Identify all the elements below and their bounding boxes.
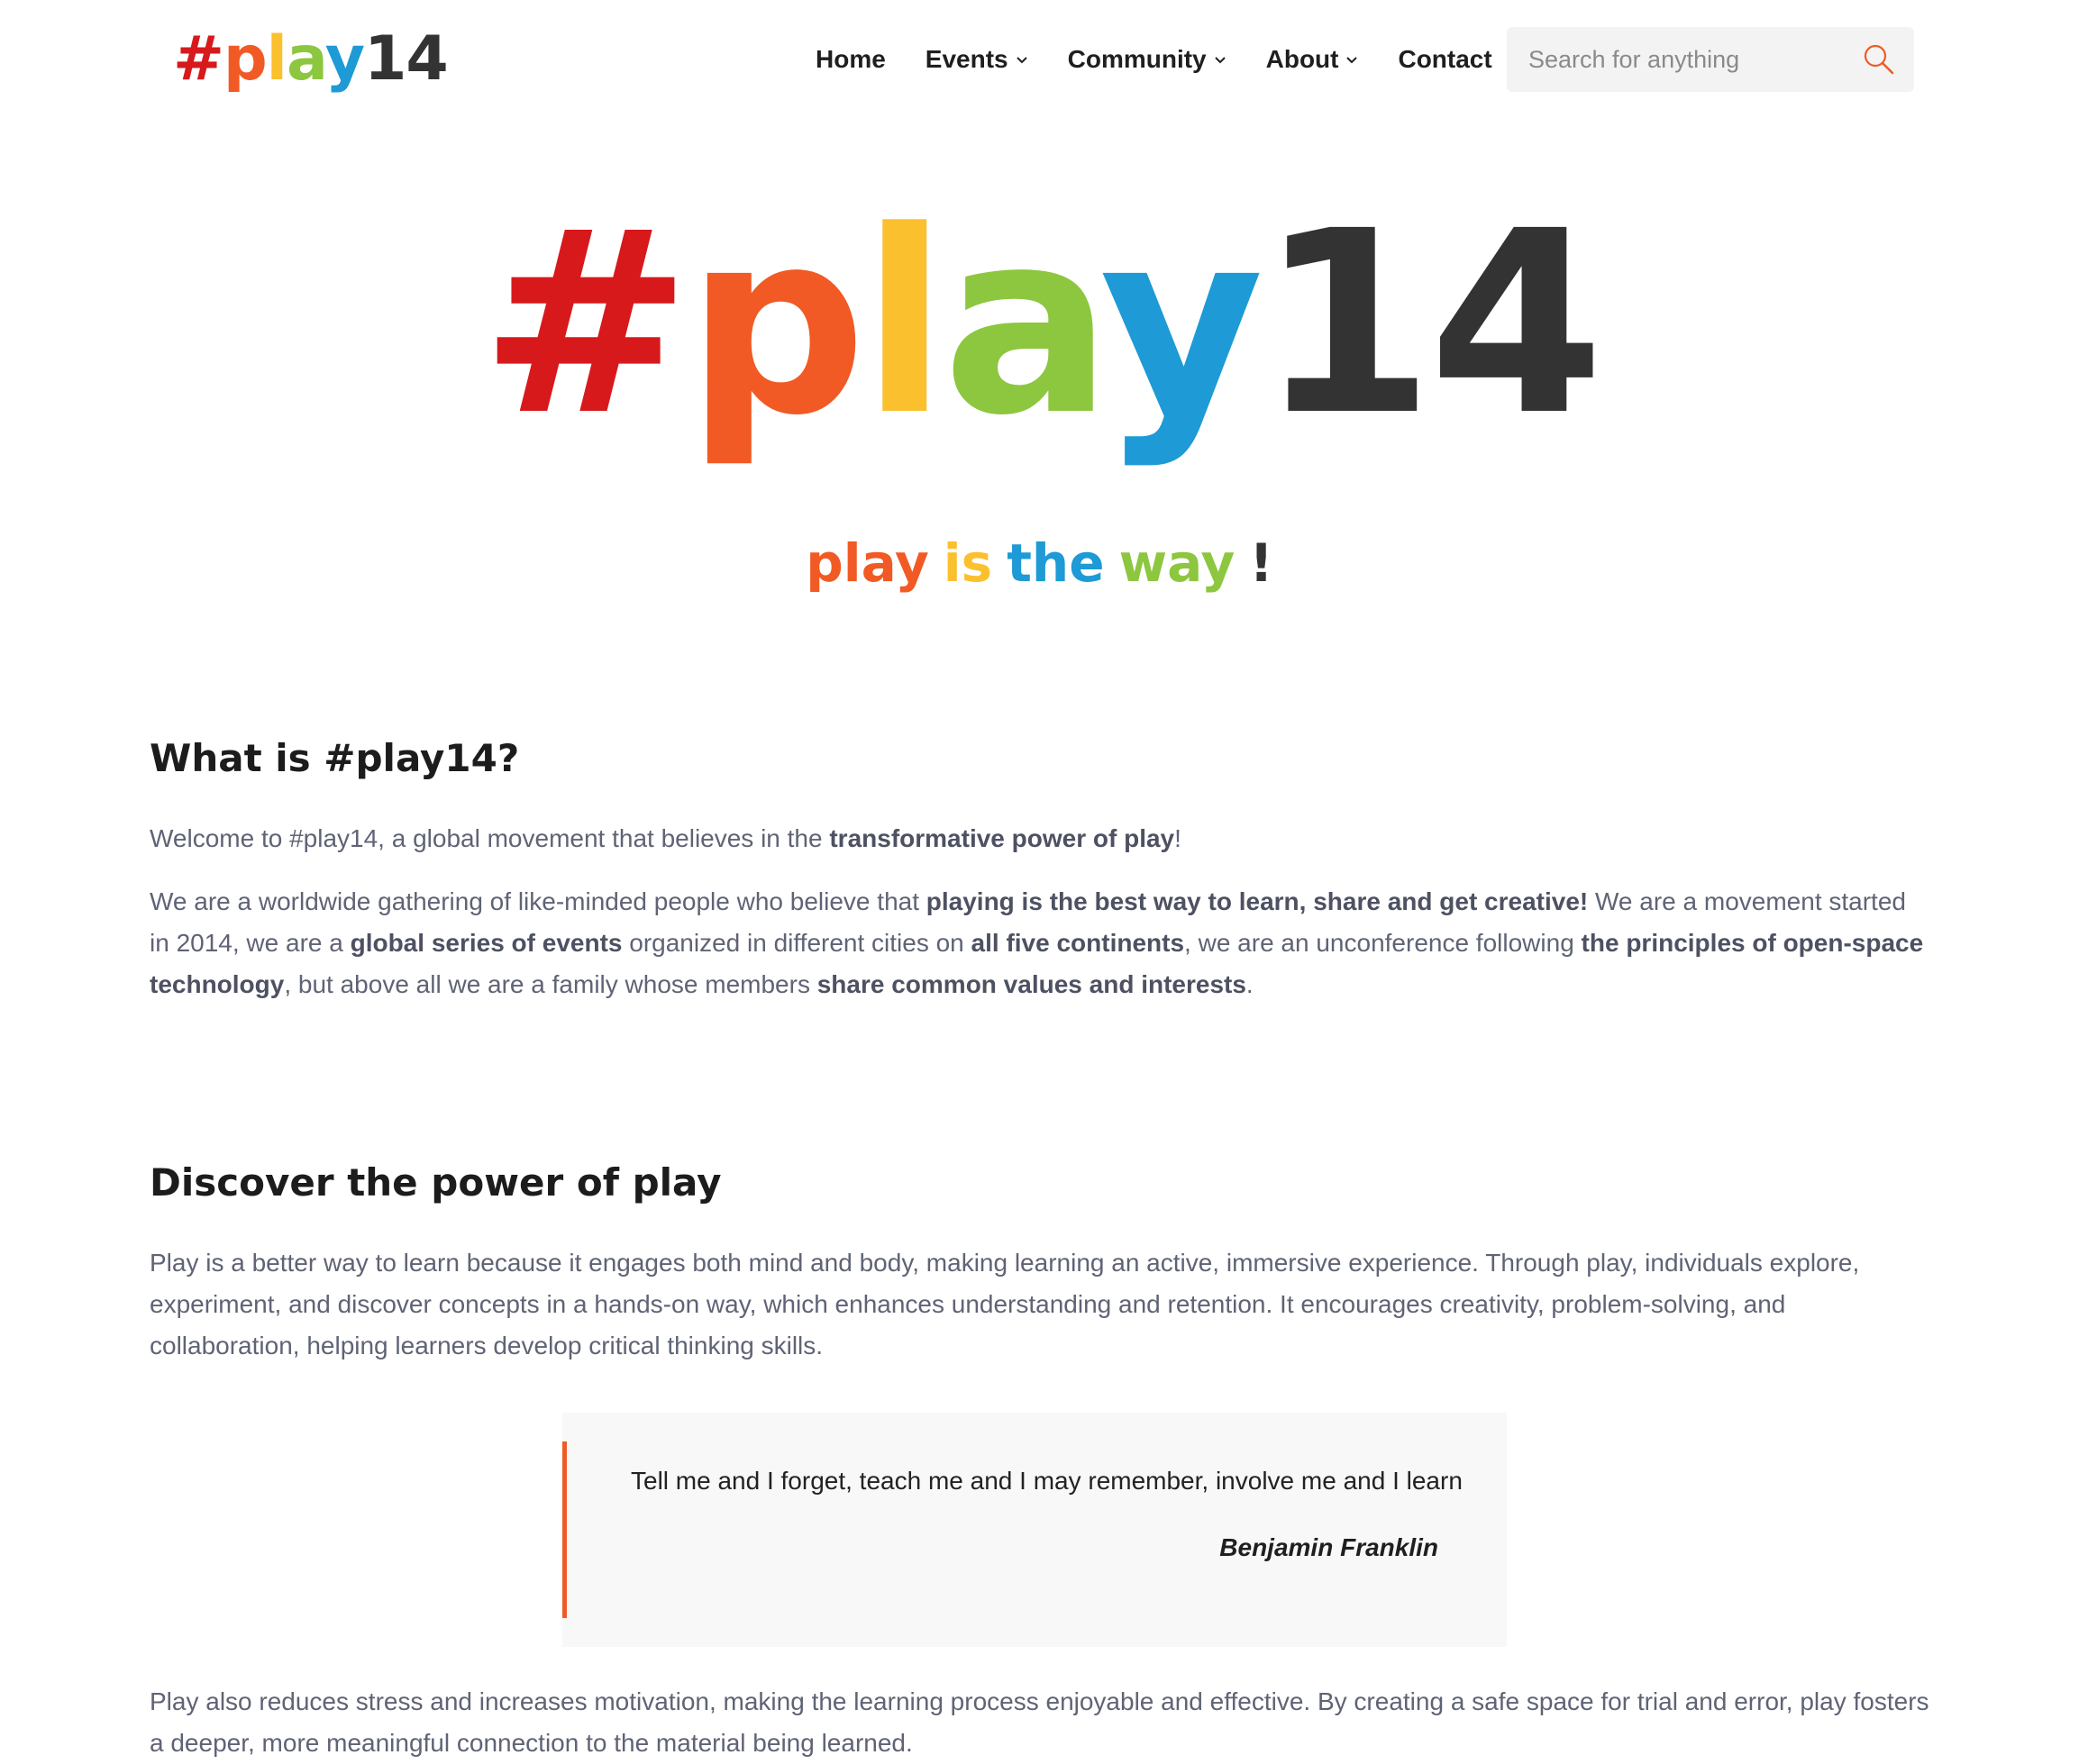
body-text: Welcome to #play14, a global movement th… bbox=[150, 824, 830, 852]
body-text: , but above all we are a family whose me… bbox=[284, 970, 817, 998]
tagline-word: way bbox=[1118, 532, 1236, 594]
logo-letter: l bbox=[861, 177, 948, 471]
logo-letter: p bbox=[686, 177, 866, 471]
body-text: organized in different cities on bbox=[622, 929, 971, 957]
hero-logo: #play14 bbox=[0, 180, 2079, 468]
logo-letter: y bbox=[1099, 177, 1264, 471]
body-text: ! bbox=[1174, 824, 1181, 852]
blockquote: Tell me and I forget, teach me and I may… bbox=[562, 1413, 1507, 1647]
chevron-down-icon bbox=[1016, 57, 1027, 64]
tagline-word: play bbox=[806, 532, 929, 594]
logo-letter: # bbox=[479, 177, 692, 471]
chevron-down-icon bbox=[1346, 57, 1358, 64]
nav-item-about[interactable]: About bbox=[1266, 45, 1359, 74]
logo-letter: l bbox=[266, 23, 287, 95]
logo-letter: # bbox=[173, 23, 224, 95]
discover-paragraph: Play is a better way to learn because it… bbox=[150, 1249, 1860, 1359]
nav-item-label: Community bbox=[1067, 45, 1207, 73]
nav-item-label: About bbox=[1265, 45, 1339, 73]
tagline-word: is bbox=[943, 532, 993, 594]
emphasis-text: all five continents bbox=[971, 929, 1185, 957]
nav-item-home[interactable]: Home bbox=[816, 45, 886, 74]
search-bar bbox=[1507, 27, 1914, 92]
nav-item-contact[interactable]: Contact bbox=[1398, 45, 1491, 74]
benefits-paragraph: Play also reduces stress and increases m… bbox=[150, 1687, 1929, 1757]
emphasis-text: global series of events bbox=[350, 929, 623, 957]
nav-item-label: Contact bbox=[1398, 45, 1492, 73]
site-header: #play14 Home Events Community About Cont… bbox=[0, 0, 2079, 117]
nav-item-label: Home bbox=[816, 45, 886, 73]
quote-accent-bar bbox=[562, 1441, 567, 1618]
emphasis-text: share common values and interests bbox=[816, 970, 1246, 998]
logo-letter: 14 bbox=[364, 23, 449, 95]
body-text: . bbox=[1245, 970, 1254, 998]
chevron-down-icon bbox=[1214, 57, 1226, 64]
about-paragraph: We are a worldwide gathering of like-min… bbox=[150, 881, 1929, 1005]
logo-letter: p bbox=[223, 23, 268, 95]
quote-text: Tell me and I forget, teach me and I may… bbox=[631, 1467, 1463, 1495]
body-text: , we are an unconference following bbox=[1184, 929, 1582, 957]
search-input[interactable] bbox=[1527, 32, 1862, 87]
logo-letter: y bbox=[324, 23, 365, 95]
tagline-word: the bbox=[1007, 532, 1105, 594]
search-icon[interactable] bbox=[1862, 42, 1896, 77]
nav-item-label: Events bbox=[925, 45, 1008, 73]
section-title-discover: Discover the power of play bbox=[150, 1160, 722, 1205]
logo-letter: a bbox=[286, 23, 326, 95]
nav-item-events[interactable]: Events bbox=[926, 45, 1028, 74]
section-title-what-is: What is #play14? bbox=[150, 736, 520, 780]
tagline-word: ! bbox=[1249, 532, 1273, 594]
quote-author: Benjamin Franklin bbox=[1219, 1533, 1438, 1561]
emphasis-text: playing is the best way to learn, share … bbox=[926, 887, 1589, 915]
logo-letter: 14 bbox=[1258, 177, 1605, 471]
intro-paragraph: Welcome to #play14, a global movement th… bbox=[150, 818, 1929, 859]
emphasis-text: transformative power of play bbox=[829, 824, 1175, 852]
hero-tagline: play is the way! bbox=[0, 527, 2079, 599]
site-logo[interactable]: #play14 bbox=[173, 16, 449, 103]
nav-item-community[interactable]: Community bbox=[1068, 45, 1226, 74]
main-nav: Home Events Community About Contact bbox=[816, 34, 1532, 85]
body-text: We are a worldwide gathering of like-min… bbox=[150, 887, 926, 915]
logo-letter: a bbox=[942, 177, 1105, 471]
